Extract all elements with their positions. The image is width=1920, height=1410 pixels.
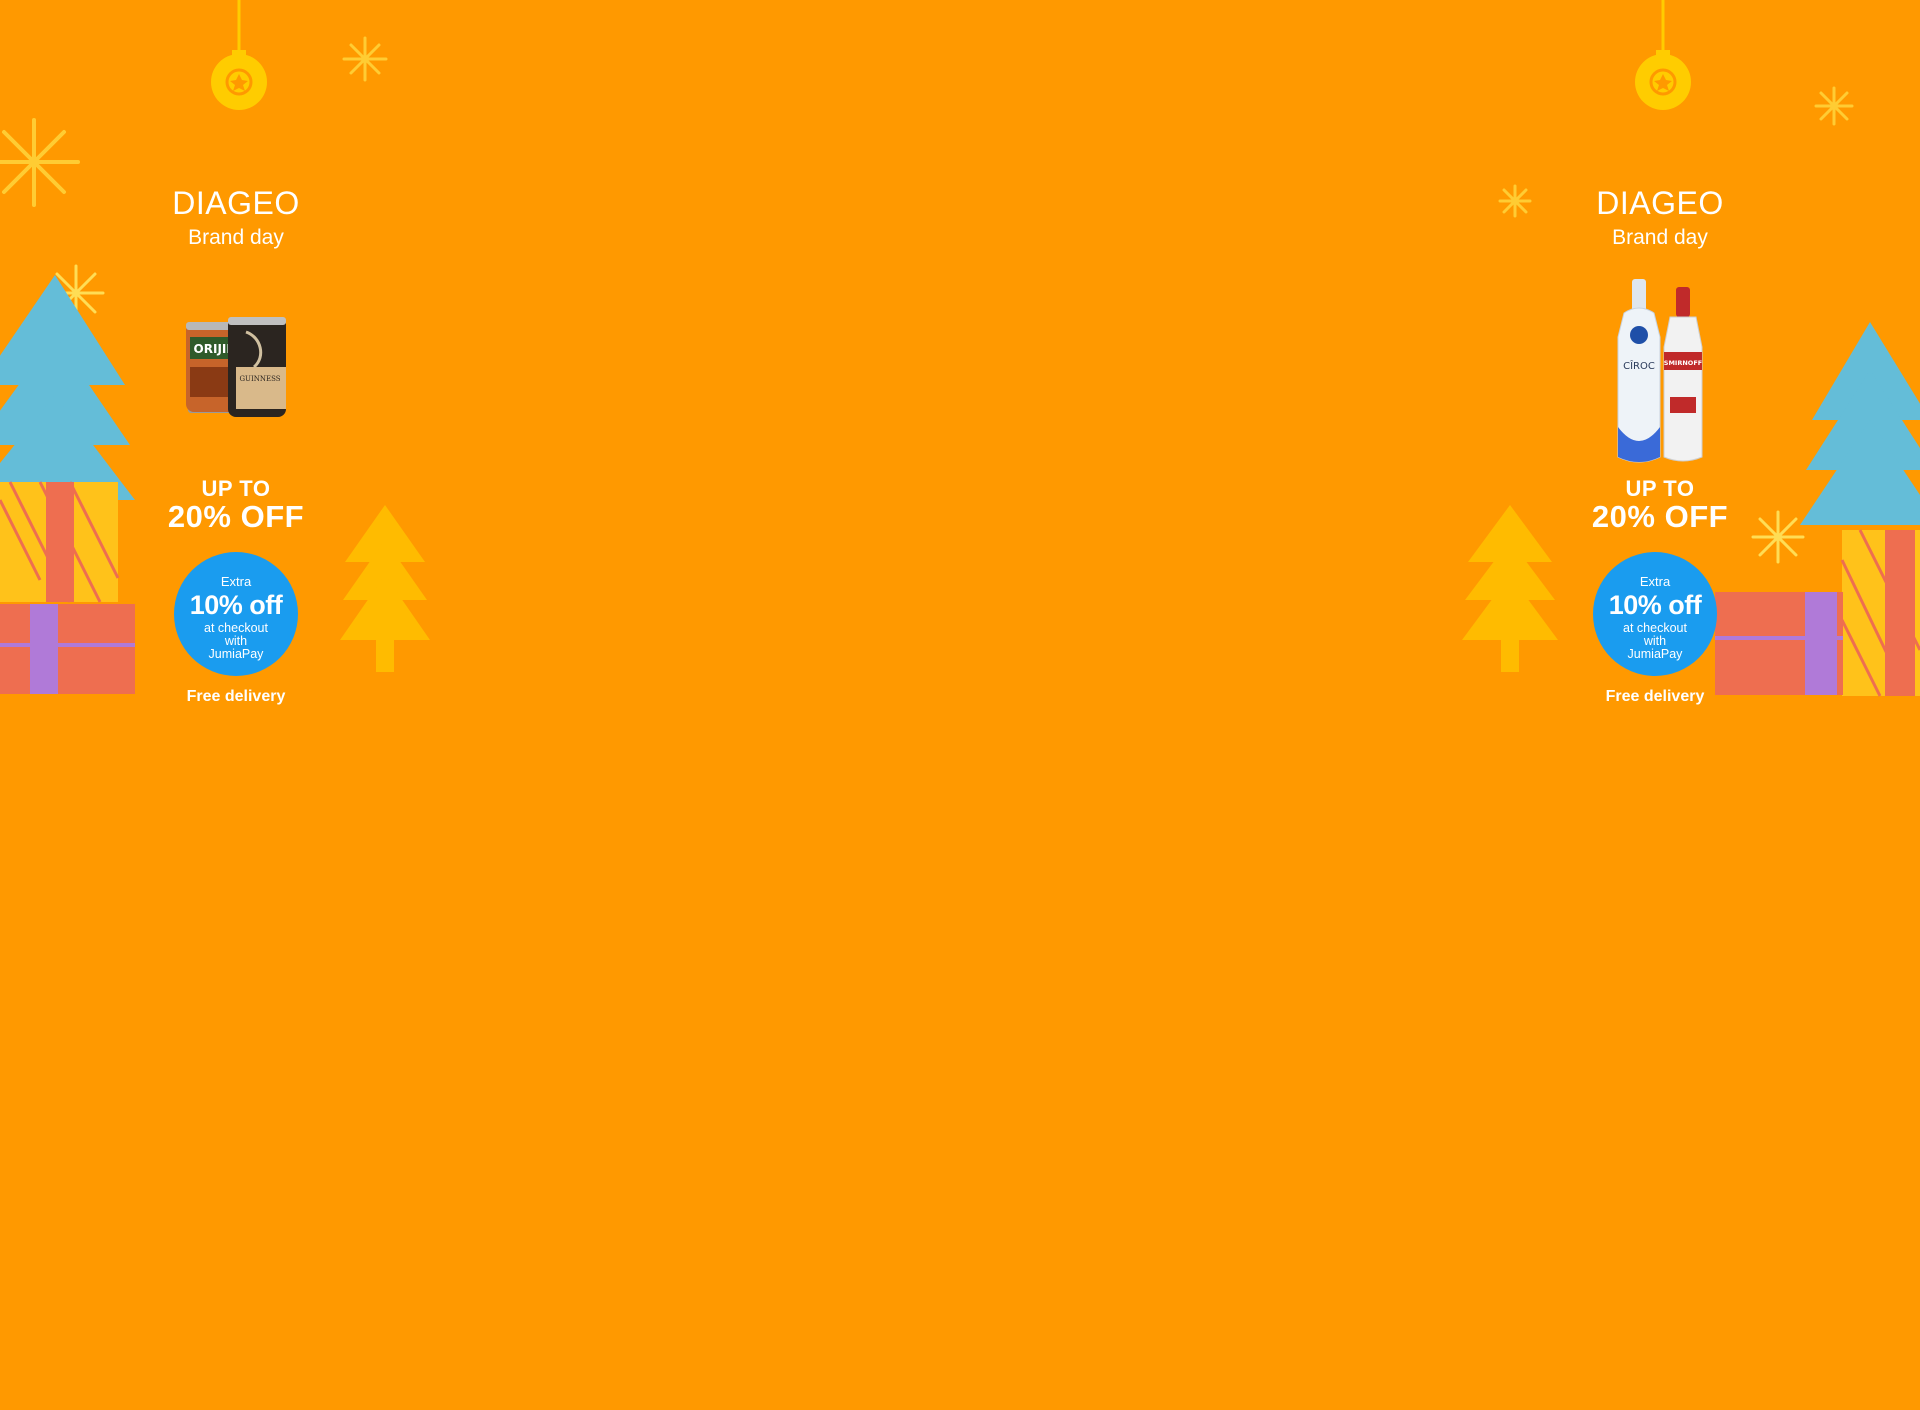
- product-image-beer-cans[interactable]: ORIJIN GUINNESS: [136, 277, 336, 467]
- jumiapay-badge: Extra 10% off at checkout with JumiaPay: [174, 552, 298, 676]
- sparkle-icon: [1751, 510, 1805, 564]
- sparkle-icon: [1498, 184, 1532, 218]
- badge-line-jumiapay: JumiaPay: [208, 647, 264, 661]
- badge-line-jumiapay: JumiaPay: [1627, 647, 1683, 661]
- right-promo-banner[interactable]: DIAGEO Brand day CÎROC SMIRNOFF UP TO 20…: [1560, 185, 1760, 715]
- product-image-vodka-bottles[interactable]: CÎROC SMIRNOFF: [1560, 277, 1760, 467]
- brand-name: DIAGEO: [1596, 185, 1724, 221]
- christmas-tree-icon: [0, 275, 135, 500]
- badge-extra: Extra: [220, 574, 252, 589]
- badge-discount: 10% off: [1608, 590, 1702, 620]
- sparkle-icon: [0, 118, 80, 207]
- gift-box-icon: [0, 604, 135, 694]
- offer-up-to: UP TO: [1625, 476, 1695, 501]
- sparkle-icon: [342, 36, 388, 82]
- can2-label: GUINNESS: [239, 375, 280, 383]
- sparkle-icon: [1814, 86, 1854, 126]
- ornament-icon: [1635, 0, 1691, 110]
- badge-terms: at checkout with JumiaPay: [1593, 622, 1717, 661]
- ornament-icon: [211, 0, 267, 110]
- offer-percent: 20% OFF: [167, 499, 305, 534]
- brand-day-label: Brand day: [188, 226, 284, 249]
- gift-box-icon: [0, 481, 120, 603]
- gift-box-icon: [1840, 529, 1920, 697]
- christmas-tree-icon: [1800, 322, 1920, 525]
- offer-up-to: UP TO: [201, 476, 271, 501]
- christmas-tree-icon: [340, 505, 430, 672]
- christmas-tree-icon: [1462, 505, 1558, 672]
- jumiapay-badge: Extra 10% off at checkout with JumiaPay: [1593, 552, 1717, 676]
- offer-percent: 20% OFF: [1591, 499, 1729, 534]
- free-delivery-label: Free delivery: [186, 688, 286, 705]
- brand-name: DIAGEO: [172, 185, 300, 221]
- promo-background: { "colors": { "background": "#FF9900", "…: [0, 0, 1920, 1410]
- free-delivery-label: Free delivery: [1605, 688, 1705, 705]
- bottle1-label: CÎROC: [1623, 359, 1655, 372]
- bottle2-label: SMIRNOFF: [1664, 359, 1702, 367]
- badge-extra: Extra: [1639, 574, 1671, 589]
- badge-discount: 10% off: [189, 590, 283, 620]
- brand-day-label: Brand day: [1612, 226, 1708, 249]
- badge-terms: at checkout with JumiaPay: [174, 622, 298, 661]
- left-promo-banner[interactable]: DIAGEO Brand day ORIJIN GUINNESS UP TO 2…: [136, 185, 336, 715]
